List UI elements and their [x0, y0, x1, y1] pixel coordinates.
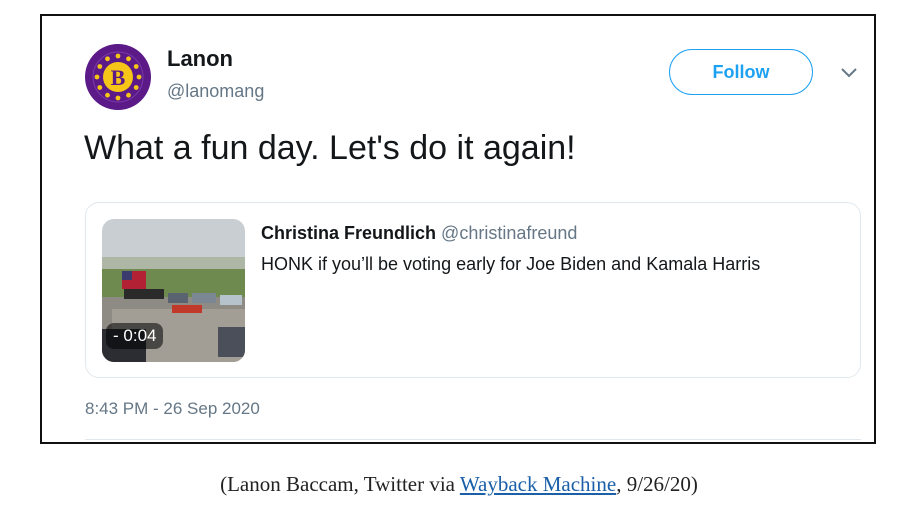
video-duration: - 0:04 [106, 323, 164, 349]
avatar-star [133, 85, 139, 90]
quoted-author-name[interactable]: Christina Freundlich [261, 223, 436, 243]
quoted-author[interactable]: Christina Freundlich @christinafreund [261, 223, 577, 244]
author-handle[interactable]: @lanomang [167, 81, 264, 102]
avatar-star [97, 85, 103, 90]
quoted-tweet-text: HONK if you’ll be voting early for Joe B… [261, 254, 761, 274]
avatar-star [115, 53, 121, 59]
caption-prefix: (Lanon Baccam, Twitter via [220, 472, 460, 496]
caption-link[interactable]: Wayback Machine [460, 472, 616, 496]
avatar-star [94, 74, 100, 80]
follow-button[interactable]: Follow [669, 49, 813, 95]
avatar-star [115, 95, 121, 101]
video-thumbnail[interactable]: - 0:04 [102, 219, 245, 362]
tweet-embed: B Lanon @lanomang Follow What a fun day.… [40, 14, 876, 444]
avatar-star [105, 56, 110, 62]
avatar-star [126, 56, 131, 62]
divider [85, 439, 861, 440]
video-duration-value: 0:04 [123, 326, 157, 345]
quoted-author-handle[interactable]: @christinafreund [441, 223, 577, 243]
avatar-star [105, 92, 110, 98]
caption-suffix: , 9/26/20) [616, 472, 698, 496]
avatar-star [133, 64, 139, 69]
image-caption: (Lanon Baccam, Twitter via Wayback Machi… [0, 472, 918, 497]
avatar-star [97, 64, 103, 69]
tweet-text: What a fun day. Let's do it again! [84, 129, 576, 167]
avatar-star [136, 74, 142, 80]
author-name[interactable]: Lanon [167, 46, 233, 72]
quoted-tweet-card[interactable]: - 0:04 Christina Freundlich @christinafr… [85, 202, 861, 378]
author-avatar[interactable]: B [85, 44, 151, 110]
tweet-timestamp[interactable]: 8:43 PM - 26 Sep 2020 [85, 399, 260, 419]
avatar-letter: B [111, 65, 126, 90]
chevron-down-icon[interactable] [840, 66, 858, 80]
avatar-star [126, 92, 131, 98]
